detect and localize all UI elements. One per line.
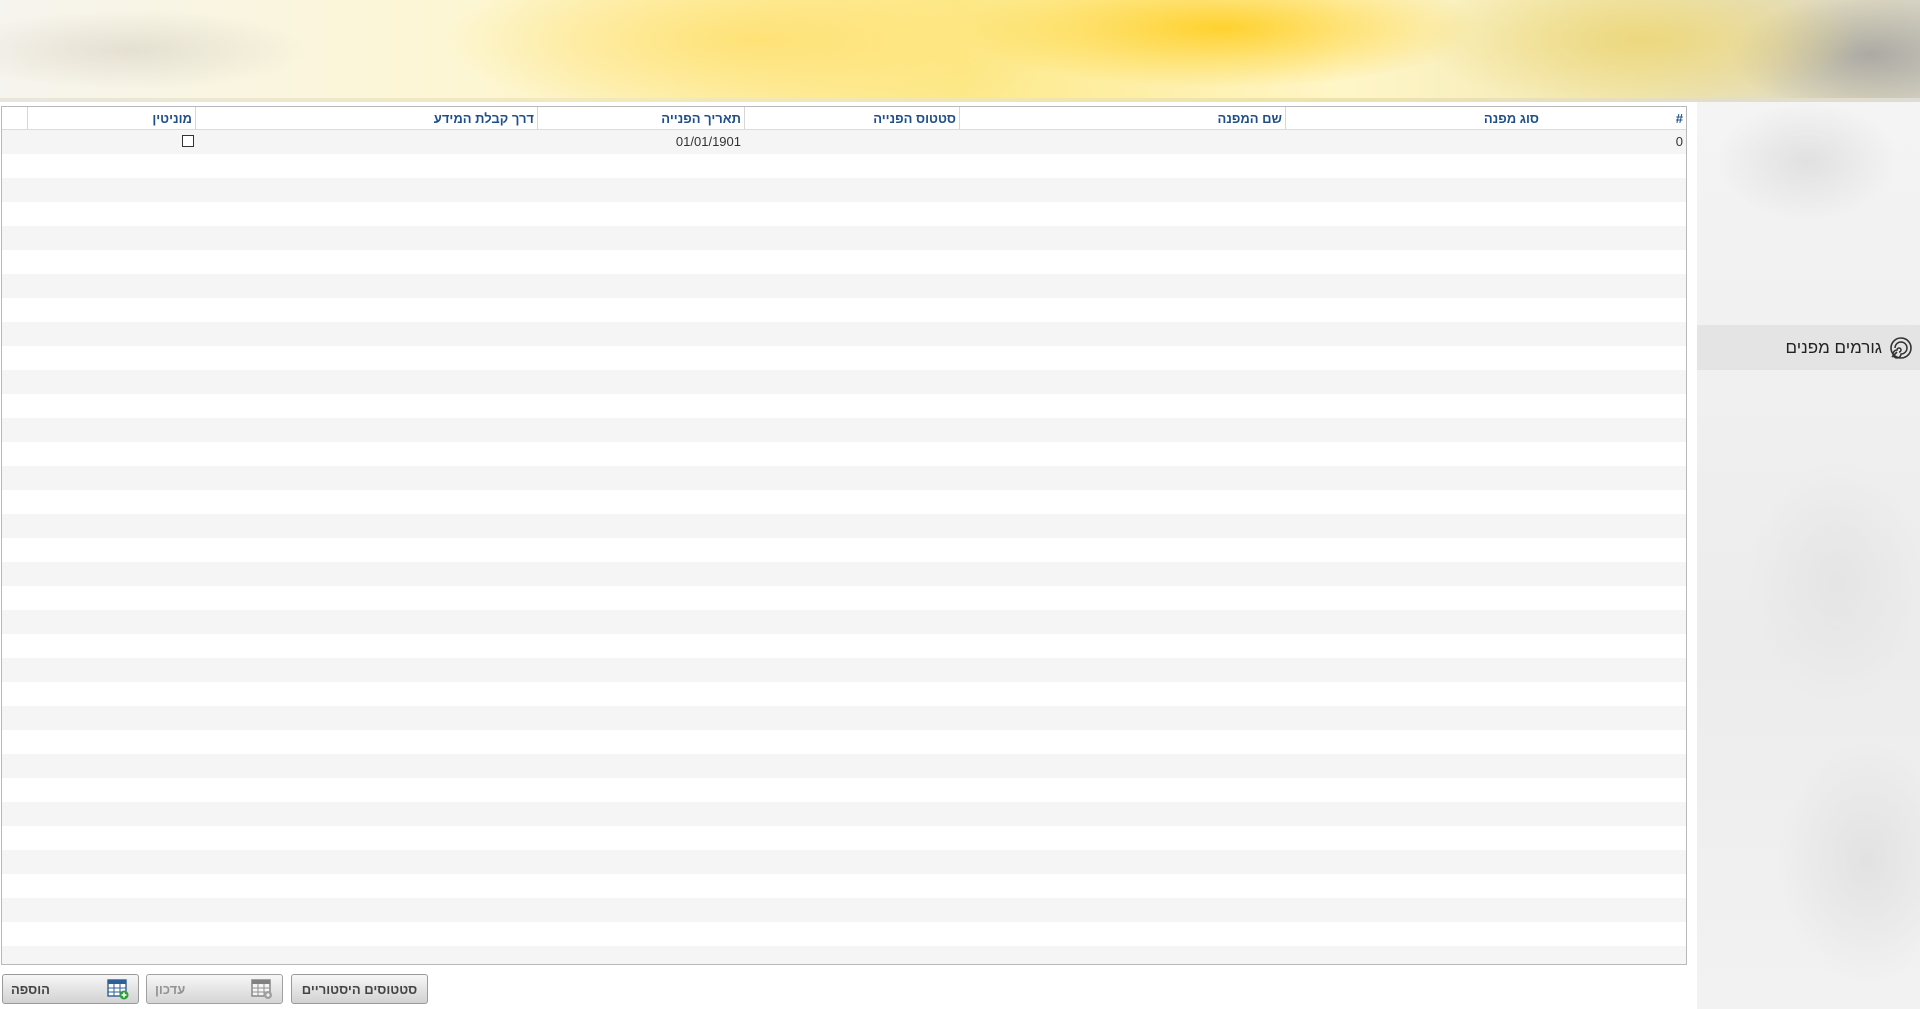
sidebar-item-referring-parties[interactable]: גורמים מפנים [1697,325,1920,370]
table-row[interactable] [2,562,1686,586]
table-row[interactable] [2,754,1686,778]
table-row[interactable] [2,466,1686,490]
table-row[interactable] [2,682,1686,706]
table-row[interactable] [2,418,1686,442]
table-row[interactable] [2,154,1686,178]
table-row[interactable] [2,850,1686,874]
column-header-index[interactable]: # [1542,107,1686,129]
column-header-referral-date[interactable]: תאריך הפנייה [537,107,744,129]
update-button-label: עדכון [155,981,186,997]
table-row[interactable] [2,898,1686,922]
table-row[interactable] [2,706,1686,730]
cell-referral-date: 01/01/1901 [675,134,741,149]
grid-header: # סוג מפנה שם המפנה סטטוס הפנייה תאריך ה… [2,107,1686,130]
table-row[interactable] [2,922,1686,946]
table-edit-icon [250,978,274,1000]
table-row[interactable] [2,658,1686,682]
table-row[interactable] [2,226,1686,250]
cell-info-channel [195,130,537,154]
table-row[interactable] [2,778,1686,802]
header-banner [0,0,1920,102]
table-row[interactable] [2,274,1686,298]
table-row[interactable] [2,610,1686,634]
column-header-info-channel[interactable]: דרך קבלת המידע [195,107,537,129]
cell-index: 0 [1675,134,1683,149]
table-row[interactable] [2,178,1686,202]
table-row[interactable] [2,514,1686,538]
table-row[interactable] [2,442,1686,466]
monitin-checkbox[interactable] [182,135,194,147]
table-row[interactable] [2,874,1686,898]
table-row[interactable] [2,250,1686,274]
column-header-referral-status[interactable]: סטטוס הפנייה [744,107,959,129]
column-header-monitin[interactable]: מוניטין [27,107,195,129]
table-row[interactable] [2,346,1686,370]
add-button-label: הוספה [11,981,50,997]
table-row[interactable] [2,394,1686,418]
table-row[interactable] [2,298,1686,322]
cell-referral-status [744,130,959,154]
table-row[interactable] [2,490,1686,514]
app-window: גורמים מפנים # סוג מפנה שם המפנה סטטוס ה… [0,0,1920,1009]
table-row[interactable] [2,370,1686,394]
table-add-icon [106,978,130,1000]
table-row[interactable] [2,730,1686,754]
add-button[interactable]: הוספה [2,974,139,1004]
cell-referrer-name [959,130,1285,154]
column-header-referrer-type[interactable]: סוג מפנה [1285,107,1542,129]
table-row[interactable] [2,826,1686,850]
table-row[interactable]: 0 01/01/1901 [2,130,1686,154]
sidebar: גורמים מפנים [1697,102,1920,1009]
table-row[interactable] [2,538,1686,562]
historical-statuses-button[interactable]: סטטוסים היסטוריים [291,974,428,1004]
column-header-referrer-name[interactable]: שם המפנה [959,107,1285,129]
grid-rows: 0 01/01/1901 [2,130,1686,964]
historical-statuses-label: סטטוסים היסטוריים [301,981,418,997]
referrers-grid: # סוג מפנה שם המפנה סטטוס הפנייה תאריך ה… [1,106,1687,965]
table-row[interactable] [2,202,1686,226]
cell-referrer-type [1285,130,1542,154]
update-button[interactable]: עדכון [146,974,283,1004]
table-row[interactable] [2,634,1686,658]
table-row[interactable] [2,802,1686,826]
table-row[interactable] [2,946,1686,964]
table-row[interactable] [2,586,1686,610]
spiral-icon [1888,335,1914,361]
sidebar-item-label: גורמים מפנים [1785,337,1882,357]
table-row[interactable] [2,322,1686,346]
